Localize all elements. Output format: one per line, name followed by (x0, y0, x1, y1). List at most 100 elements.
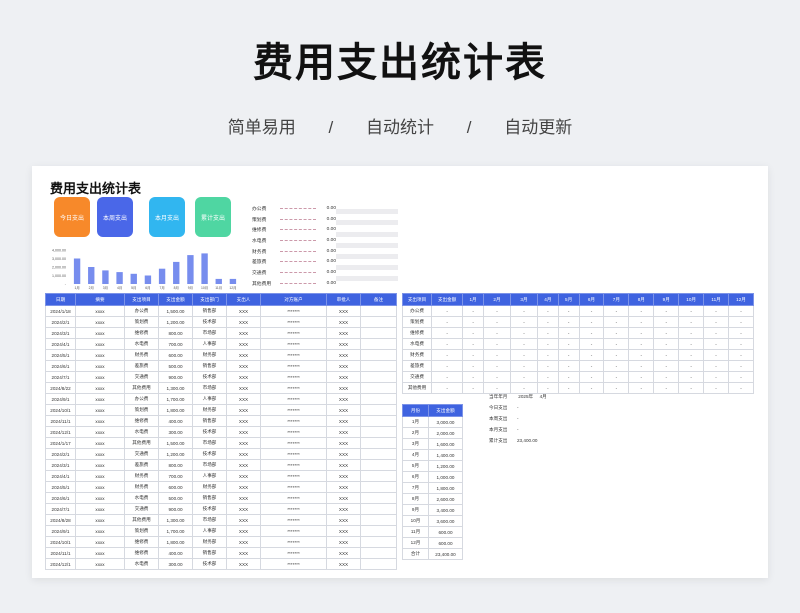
table-cell: XXX (226, 338, 261, 350)
table-cell: - (462, 327, 484, 339)
table-row: 11月 600.00 (402, 526, 463, 538)
table-cell: XXX (226, 503, 261, 515)
table-cell: XXX (326, 492, 361, 504)
x-tick-label: 12月 (229, 286, 236, 290)
table-cell: 600.00 (158, 481, 193, 493)
table-cell: xxxx (75, 547, 125, 559)
table-cell: - (431, 338, 464, 350)
table-cell: xxxx (75, 327, 125, 339)
table-cell: - (678, 305, 705, 317)
table-cell: 9月 (402, 504, 429, 516)
table-cell: 3,600.00 (428, 515, 463, 527)
table-row: 财务费 - - - - - - - - - - - - - (401, 349, 754, 361)
table-cell: xxxx (75, 525, 125, 537)
expense-value: 0.00 (326, 259, 336, 265)
table-cell: 2024/2/1 (45, 316, 76, 328)
x-tick-label: 8月 (174, 286, 179, 290)
table-row: 2024/6/1 xxxx 差旅费 500.00 销售部 XXX ******* XXX (45, 360, 397, 372)
table-cell: - (462, 360, 484, 372)
subtitle-part: 简单易用 (227, 118, 296, 137)
table-cell: - (653, 360, 680, 372)
table-cell: XXX (326, 459, 361, 471)
column-header: 月份 (402, 404, 429, 417)
table-cell: 600.00 (158, 349, 193, 361)
table-cell: ******* (260, 360, 327, 372)
table-cell: ******* (260, 481, 327, 493)
column-header: 11月 (703, 293, 730, 306)
table-cell: 交通费 (124, 503, 159, 515)
table-cell: 水电费 (124, 426, 159, 438)
table-cell: - (578, 338, 605, 350)
subtitle-separator: / (466, 118, 472, 137)
table-cell: 3,000.00 (428, 416, 463, 428)
x-tick-label: 4月 (117, 286, 122, 290)
expense-value: 0.00 (326, 216, 336, 222)
table-cell: ******* (260, 536, 327, 548)
table-cell: 交通费 (124, 448, 159, 460)
expense-value: 0.00 (326, 237, 336, 243)
table-cell: xxxx (75, 426, 125, 438)
table-cell: 维修费 (124, 547, 159, 559)
table-cell: 2024/7/1 (45, 371, 76, 383)
table-cell (360, 316, 397, 328)
summary-item: 累计支出 23,400.00 (489, 438, 547, 449)
table-cell: - (603, 316, 630, 328)
table-cell: 销售部 (192, 415, 227, 427)
expense-detail-table: 日期 摘要 支出项目 支出金额 支出部门 支出人 对方账户 审批人 备注 2024/1/18 xx… (45, 293, 397, 570)
column-header: 4月 (536, 293, 559, 306)
table-cell: - (431, 382, 464, 394)
table-row: 差旅费 - - - - - - - - - - - - - (401, 360, 754, 372)
table-cell: 水电费 (124, 338, 159, 350)
table-cell: 技术部 (192, 426, 227, 438)
leader-line (280, 239, 316, 241)
table-row: 2024/4/1 xxxx 水电费 700.00 人事部 XXX ******* XXX (45, 338, 397, 350)
table-cell: 策划费 (401, 316, 433, 328)
table-cell: - (628, 305, 655, 317)
table-cell: - (678, 360, 705, 372)
expense-label: 财务费 (252, 249, 267, 255)
table-cell: XXX (326, 404, 361, 416)
table-cell: - (628, 371, 655, 383)
table-cell: 差旅费 (124, 459, 159, 471)
table-cell: xxxx (75, 360, 125, 372)
table-cell: 财务费 (124, 470, 159, 482)
card-label: 本月支出 (154, 215, 179, 222)
card-label: 累计支出 (200, 215, 225, 222)
table-cell: ******* (260, 492, 327, 504)
table-cell: 1,800.00 (428, 482, 463, 494)
table-cell: XXX (326, 525, 361, 537)
column-header: 3月 (509, 293, 538, 306)
table-row: 2024/1/18 xxxx 办公费 1,500.00 销售部 XXX ******* XXX (45, 305, 397, 317)
table-cell: 技术部 (192, 503, 227, 515)
table-cell: - (578, 382, 605, 394)
expense-value: 0.00 (326, 269, 336, 275)
table-cell: - (509, 305, 538, 317)
card-total: 累计支出 (195, 197, 231, 237)
table-cell: XXX (326, 503, 361, 515)
table-cell: 2024/9/1 (45, 393, 76, 405)
table-cell: - (628, 316, 655, 328)
table-cell: 800.00 (158, 459, 193, 471)
table-cell: XXX (226, 305, 261, 317)
table-cell: - (653, 338, 680, 350)
table-row: 12月 600.00 (402, 537, 463, 549)
leader-line (280, 218, 316, 220)
table-cell: 财务费 (124, 349, 159, 361)
table-cell (360, 349, 397, 361)
table-cell: 2024/6/1 (45, 492, 76, 504)
table-row: 2024/2/1 xxxx 交通费 1,200.00 技术部 XXX ******* XXX (45, 448, 397, 460)
table-row: 维修费 - - - - - - - - - - - - - (401, 327, 754, 339)
placeholder-bar (336, 209, 398, 214)
table-cell: xxxx (75, 338, 125, 350)
table-cell: - (628, 382, 655, 394)
table-cell: xxxx (75, 316, 125, 328)
column-header: 支出金额 (428, 404, 463, 417)
table-cell: - (536, 305, 559, 317)
current-month: 4月 (539, 394, 547, 399)
table-cell: 2024/12/1 (45, 558, 76, 570)
table-cell: - (653, 371, 680, 383)
expense-value: 0.00 (326, 248, 336, 254)
table-cell: XXX (226, 426, 261, 438)
bar (116, 272, 123, 284)
bar (201, 253, 208, 284)
